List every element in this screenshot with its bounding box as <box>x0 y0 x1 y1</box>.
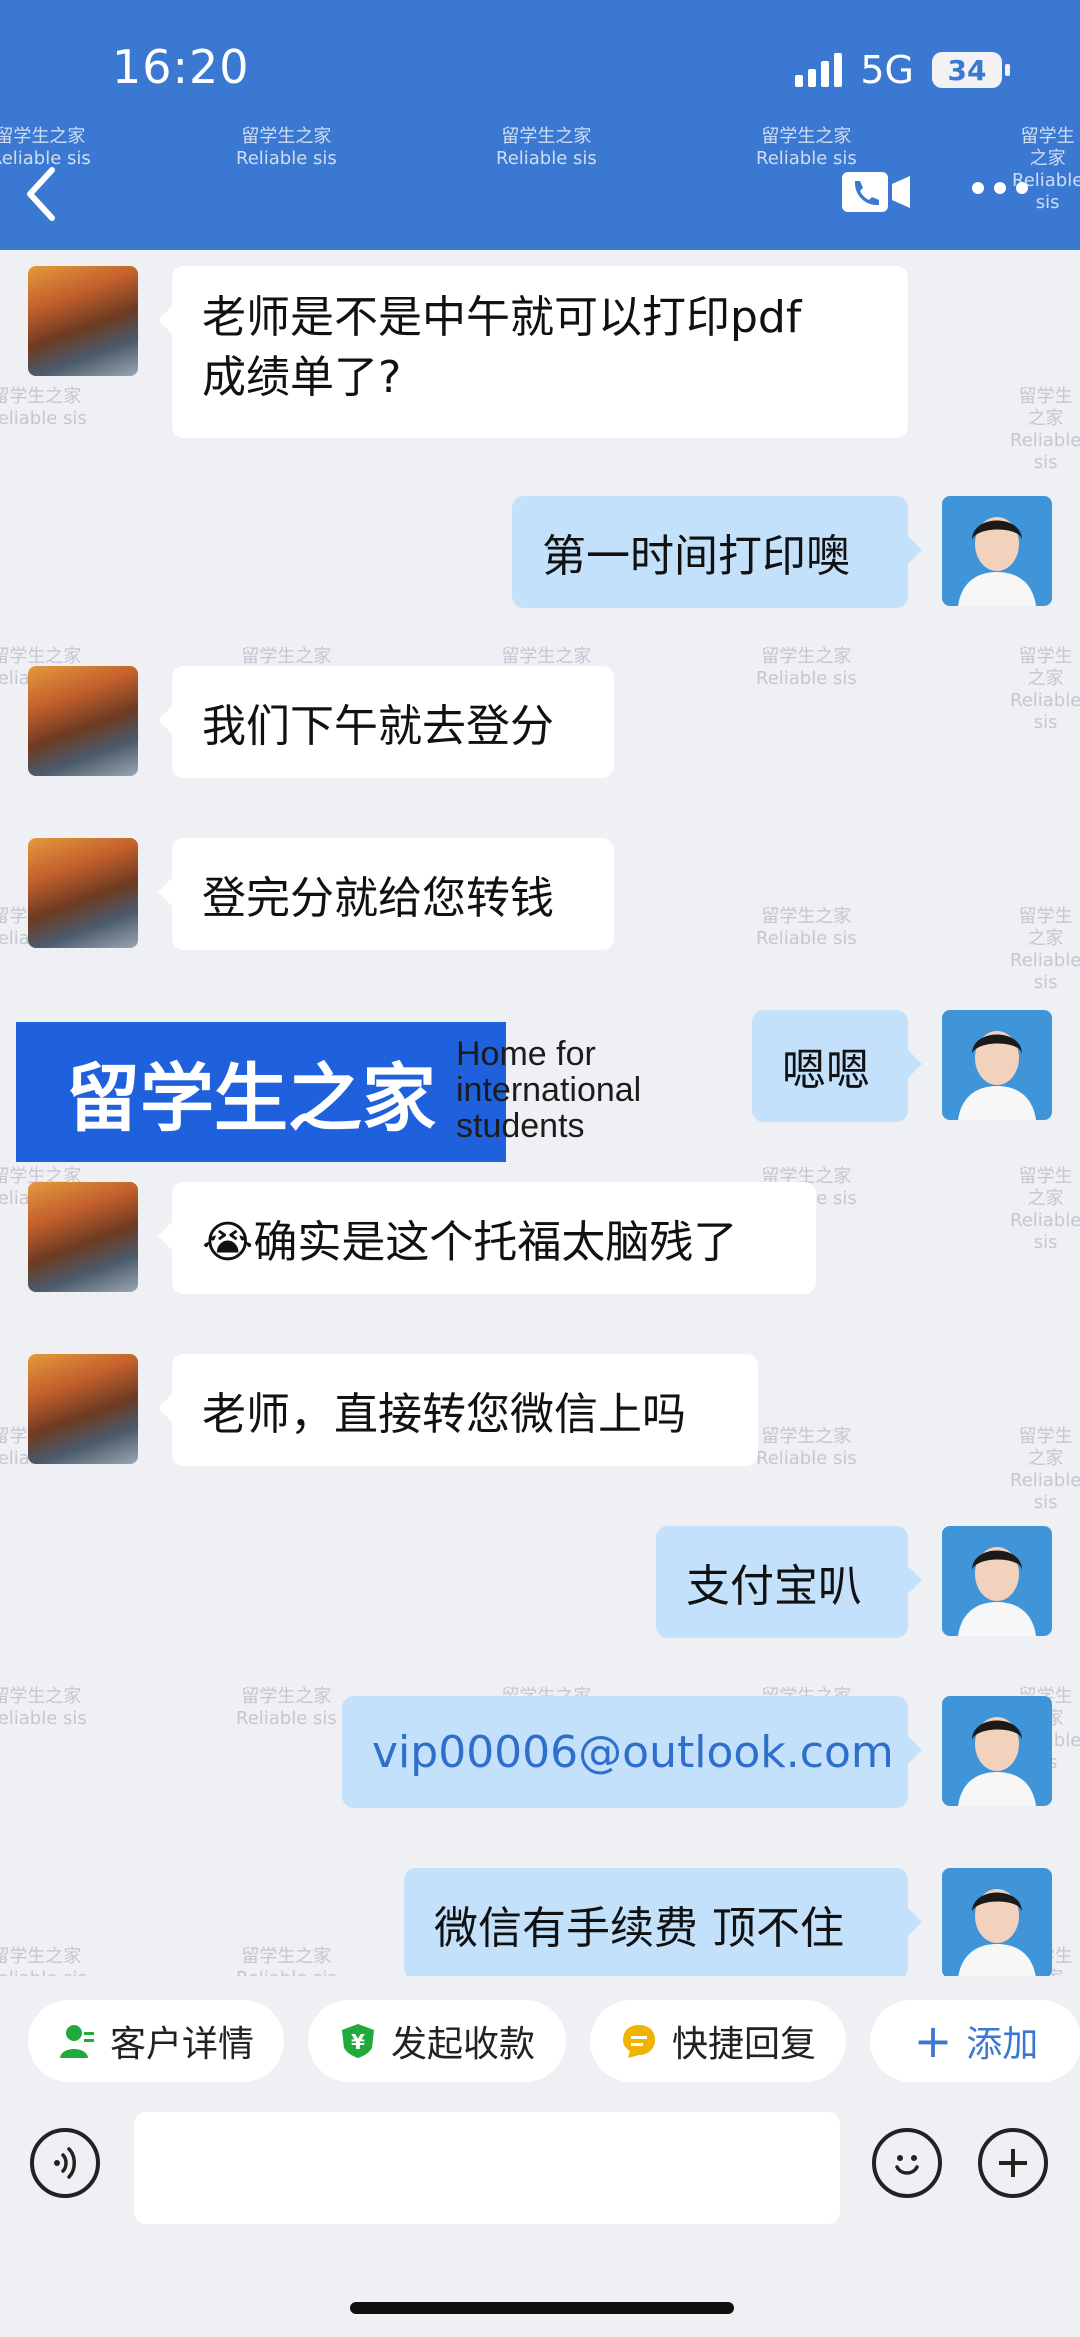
email-link[interactable]: vip00006@outlook.com <box>372 1727 894 1778</box>
composer <box>0 2104 1080 2224</box>
chevron-left-icon[interactable] <box>22 164 62 224</box>
message-text: 老师，直接转您微信上吗 <box>202 1389 686 1440</box>
watermark: 留学生之家Reliable sis <box>1010 906 1080 993</box>
customer-avatar[interactable] <box>28 266 138 376</box>
phone-video-icon[interactable] <box>842 172 910 212</box>
watermark: 留学生之家Reliable sis <box>1012 126 1080 213</box>
watermark: 留学生之家Reliable sis <box>1010 646 1080 733</box>
more-dots-icon[interactable] <box>972 182 1028 194</box>
add-button[interactable]: + 添加 <box>870 2000 1080 2082</box>
quick-actions-bar: 客户详情 ¥ 发起收款 快捷回复 + 添加 <box>0 2000 1080 2088</box>
agent-avatar[interactable] <box>942 1696 1052 1806</box>
chip-label: 客户详情 <box>109 2024 254 2065</box>
message-bubble[interactable]: 支付宝叭 <box>656 1526 922 1638</box>
battery-icon: 34 <box>932 52 1010 88</box>
watermark: 留学生之家Reliable sis <box>496 126 597 169</box>
message-bubble[interactable]: 老师，直接转您微信上吗 <box>158 1354 758 1466</box>
message-text: 嗯嗯 <box>782 1045 870 1096</box>
message-text: 登完分就给您转钱 <box>202 873 554 924</box>
yen-shield-icon: ¥ <box>339 2022 377 2060</box>
watermark: 留学生之家Reliable sis <box>1010 386 1080 473</box>
message-text: 老师是不是中午就可以打印pdf <box>202 292 802 343</box>
home-indicator <box>350 2302 734 2314</box>
chip-label: 快捷回复 <box>671 2024 816 2065</box>
message-bubble[interactable]: 嗯嗯 <box>752 1010 922 1122</box>
signal-icon <box>795 53 843 87</box>
chip-label: 发起收款 <box>390 2024 535 2065</box>
watermark: 留学生之家Reliable sis <box>236 1686 337 1729</box>
customer-avatar[interactable] <box>28 1182 138 1292</box>
network-label: 5G <box>860 48 914 92</box>
plus-icon: + <box>913 2014 953 2068</box>
message-text: 成绩单了? <box>202 352 402 403</box>
watermark: 留学生之家Reliable sis <box>1010 1166 1080 1253</box>
message-bubble[interactable]: 登完分就给您转钱 <box>158 838 614 950</box>
agent-avatar[interactable] <box>942 1868 1052 1978</box>
quick-reply-button[interactable]: 快捷回复 <box>590 2000 846 2082</box>
plus-circle-icon[interactable] <box>978 2128 1048 2198</box>
message-text: 第一时间打印噢 <box>542 531 850 582</box>
customer-details-button[interactable]: 客户详情 <box>28 2000 284 2082</box>
emoji-icon[interactable] <box>872 2128 942 2198</box>
svg-text:¥: ¥ <box>351 2030 365 2054</box>
message-bubble[interactable]: 微信有手续费 顶不住 <box>404 1868 922 1980</box>
customer-avatar[interactable] <box>28 1354 138 1464</box>
watermark: 留学生之家Reliable sis <box>1010 1426 1080 1513</box>
customer-icon <box>58 2022 96 2060</box>
status-time: 16:20 <box>112 40 250 94</box>
watermark: 留学生之家Reliable sis <box>756 126 857 169</box>
start-payment-button[interactable]: ¥ 发起收款 <box>308 2000 566 2082</box>
message-bubble[interactable]: 😭确实是这个托福太脑残了 <box>158 1182 816 1294</box>
message-text: 微信有手续费 顶不住 <box>434 1903 844 1954</box>
message-bubble[interactable]: 老师是不是中午就可以打印pdf 成绩单了? <box>158 266 908 438</box>
brand-tagline: Home for international students <box>456 1035 642 1145</box>
watermark: 留学生之家Reliable sis <box>756 1426 857 1469</box>
agent-avatar[interactable] <box>942 1526 1052 1636</box>
brand-logo: 留学生之家 <box>16 1022 506 1162</box>
message-text: 我们下午就去登分 <box>202 701 554 752</box>
voice-icon[interactable] <box>30 2128 100 2198</box>
watermark: 留学生之家Reliable sis <box>0 386 87 429</box>
message-bubble[interactable]: 第一时间打印噢 <box>512 496 922 608</box>
status-indicators: 5G 34 <box>795 48 1010 92</box>
battery-level: 34 <box>947 53 987 87</box>
customer-avatar[interactable] <box>28 666 138 776</box>
agent-avatar[interactable] <box>942 496 1052 606</box>
agent-avatar[interactable] <box>942 1010 1052 1120</box>
message-bubble[interactable]: 我们下午就去登分 <box>158 666 614 778</box>
customer-avatar[interactable] <box>28 838 138 948</box>
message-text: 😭确实是这个托福太脑残了 <box>202 1217 738 1268</box>
quick-reply-icon <box>620 2022 658 2060</box>
chip-label: 添加 <box>966 2024 1039 2065</box>
watermark: 留学生之家Reliable sis <box>756 646 857 689</box>
message-text: 支付宝叭 <box>686 1561 862 1612</box>
message-bubble[interactable]: vip00006@outlook.com <box>342 1696 922 1808</box>
chat-header: 16:20 5G 34 留学生之家 Reliable sis 留学生之家 Relia… <box>0 0 1080 250</box>
watermark: 留学生之家Reliable sis <box>756 906 857 949</box>
message-input[interactable] <box>134 2112 840 2224</box>
watermark: 留学生之家Reliable sis <box>0 1686 87 1729</box>
watermark: 留学生之家Reliable sis <box>236 126 337 169</box>
